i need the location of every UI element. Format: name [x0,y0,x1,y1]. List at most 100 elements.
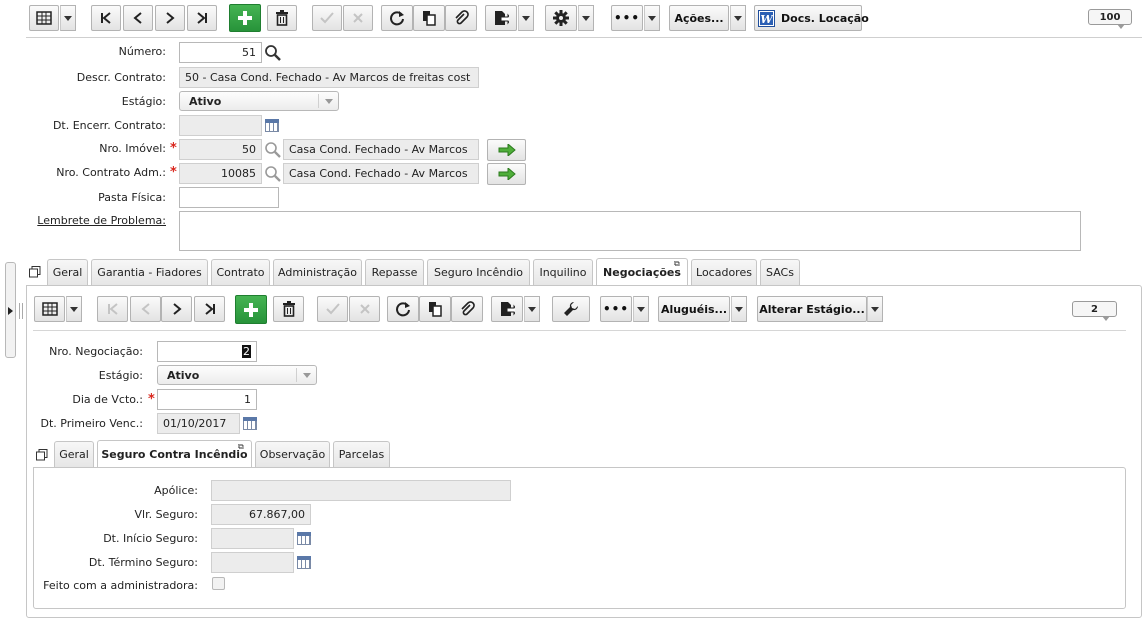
confirm-button[interactable] [312,5,342,31]
alugueis-dropdown[interactable] [731,296,747,322]
sub-next-record-button[interactable] [161,296,192,322]
pasta-fisica-field[interactable] [179,187,279,208]
tab-contrato[interactable]: Contrato [211,259,270,285]
export-button[interactable] [485,5,517,31]
alterar-estagio-button[interactable]: Alterar Estágio... [757,296,867,322]
first-record-button[interactable] [91,5,121,31]
required-marker: * [170,141,177,156]
lembrete-label[interactable]: Lembrete de Problema: [37,214,166,227]
sub-first-record-button[interactable] [97,296,128,322]
nro-imovel-field[interactable]: 50 [179,139,262,160]
more-icon: ••• [602,302,629,316]
calendar-icon[interactable] [265,119,279,132]
alterar-estagio-dropdown[interactable] [867,296,883,322]
more-dropdown[interactable] [644,5,660,31]
sub-last-record-button[interactable] [194,296,225,322]
acoes-dropdown[interactable] [730,5,746,31]
sub-tools-button[interactable] [552,296,590,322]
previous-record-button[interactable] [123,5,153,31]
restore-icon[interactable] [29,266,41,278]
neg-estagio-value: Ativo [167,368,200,382]
sub-grid-view-button[interactable] [34,296,65,322]
splitter-grip[interactable] [19,303,23,319]
calendar-icon[interactable] [297,532,311,545]
last-record-button[interactable] [187,5,217,31]
tab-inquilino[interactable]: Inquilino [533,259,593,285]
restore-icon[interactable] [36,449,48,461]
docs-locacao-button[interactable]: W Docs. Locação [754,5,869,31]
sub-export-dropdown[interactable] [524,296,540,322]
go-contrato-button[interactable] [487,163,526,185]
dt-primeiro-venc-field[interactable]: 01/10/2017 [157,413,240,434]
go-imovel-button[interactable] [487,139,526,161]
tab-garantia-fiadores[interactable]: Garantia - Fiadores [91,259,208,285]
search-icon[interactable] [264,141,282,159]
add-button[interactable] [229,4,261,32]
tab-geral[interactable]: Geral [47,259,88,285]
popout-icon[interactable]: ⧉ [674,259,680,269]
grid-view-button[interactable] [29,5,59,31]
chevron-down-icon [296,368,316,382]
sub-refresh-button[interactable] [387,296,419,322]
sub-confirm-button[interactable] [317,296,348,322]
neg-estagio-select[interactable]: Ativo [157,365,317,385]
acoes-label: Ações... [674,11,724,25]
sub-export-button[interactable] [491,296,523,322]
refresh-button[interactable] [381,5,413,31]
search-icon[interactable] [264,44,282,62]
popout-icon[interactable]: ⧉ [238,442,244,452]
sub-cancel-button[interactable] [349,296,380,322]
check-icon [325,303,340,315]
sub-duplicate-button[interactable] [419,296,451,322]
tab-seguro-incendio[interactable]: Seguro Incêndio [427,259,530,285]
feito-administradora-label: Feito com a administradora: [43,579,198,592]
settings-dropdown[interactable] [578,5,594,31]
calendar-icon[interactable] [243,417,257,430]
sub-record-count-badge: 2 [1072,301,1117,321]
estagio-select[interactable]: Ativo [179,91,339,111]
next-record-button[interactable] [155,5,185,31]
cancel-button[interactable] [343,5,373,31]
sub-more-button[interactable]: ••• [600,296,632,322]
export-dropdown[interactable] [518,5,534,31]
estagio-label: Estágio: [121,95,166,108]
subtab-parcelas[interactable]: Parcelas [333,441,390,467]
last-icon [203,302,217,316]
vlr-seguro-field: 67.867,00 [211,504,311,525]
tab-repasse[interactable]: Repasse [365,259,424,285]
sidebar-collapse-handle[interactable] [5,262,16,358]
sub-previous-record-button[interactable] [130,296,161,322]
subtab-geral[interactable]: Geral [54,441,94,467]
acoes-button[interactable]: Ações... [669,5,729,31]
sub-attach-button[interactable] [451,296,483,322]
search-icon[interactable] [264,165,282,183]
tab-administracao[interactable]: Administração [273,259,362,285]
tab-sacs[interactable]: SACs [760,259,800,285]
alugueis-button[interactable]: Aluguéis... [658,296,730,322]
first-icon [99,11,113,25]
plus-icon [243,302,259,318]
record-count-badge: 100 [1088,9,1132,29]
sub-grid-view-dropdown[interactable] [66,296,82,322]
duplicate-button[interactable] [413,5,445,31]
subtab-seguro-contra-incendio[interactable]: Seguro Contra Incêndio [97,440,252,468]
numero-field[interactable]: 51 [179,42,262,63]
subtab-observacao[interactable]: Observação [255,441,330,467]
nro-negociacao-field[interactable]: 2 [157,341,257,362]
sub-delete-button[interactable] [273,296,304,322]
sub-more-dropdown[interactable] [633,296,649,322]
nro-contrato-field[interactable]: 10085 [179,163,262,184]
grid-view-dropdown[interactable] [60,5,76,31]
lembrete-textarea[interactable] [179,211,1081,251]
sub-add-button[interactable] [235,295,267,324]
feito-administradora-checkbox[interactable] [212,577,225,590]
calendar-icon[interactable] [297,556,311,569]
delete-button[interactable] [267,5,297,31]
attach-button[interactable] [445,5,477,31]
tab-locadores[interactable]: Locadores [691,259,757,285]
more-button[interactable]: ••• [611,5,643,31]
dia-vcto-field[interactable]: 1 [157,389,257,410]
settings-button[interactable] [545,5,577,31]
chevron-right-icon [163,11,177,25]
plus-icon [237,10,253,26]
